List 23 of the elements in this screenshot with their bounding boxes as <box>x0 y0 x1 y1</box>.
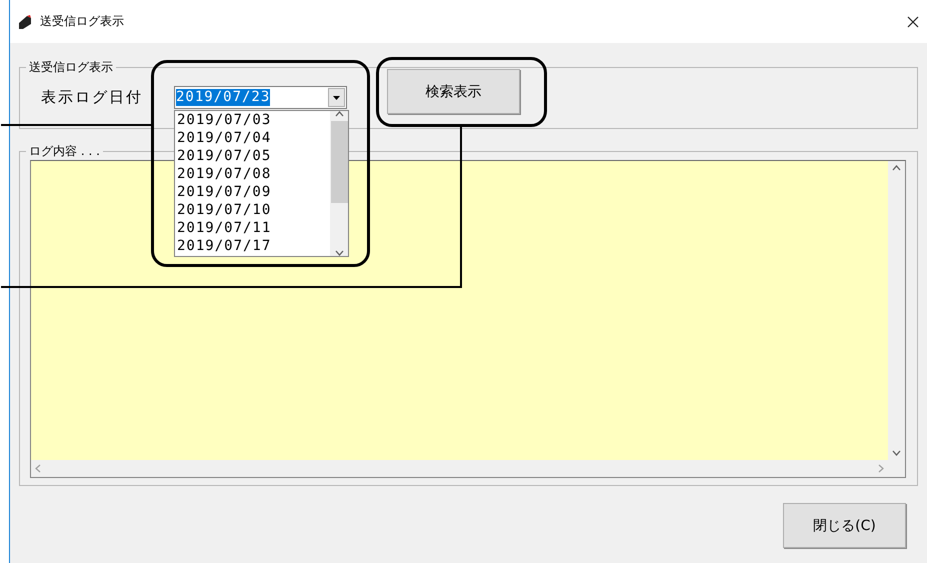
date-label: 表示ログ日付 <box>41 88 144 107</box>
close-icon[interactable] <box>907 16 919 28</box>
group-legend: 送受信ログ表示 <box>26 59 116 76</box>
dropdown-item[interactable]: 2019/07/03 <box>177 111 330 129</box>
dropdown-item[interactable]: 2019/07/05 <box>177 147 330 165</box>
dropdown-item[interactable]: 2019/07/11 <box>177 219 330 237</box>
list-scrollbar[interactable] <box>330 111 348 256</box>
group-legend: ログ内容 . . . <box>26 143 103 160</box>
scroll-down-icon[interactable] <box>334 250 344 256</box>
dropdown-item[interactable]: 2019/07/10 <box>177 201 330 219</box>
dropdown-item[interactable]: 2019/07/04 <box>177 129 330 147</box>
scroll-up-icon[interactable] <box>334 111 344 117</box>
date-combo[interactable]: 2019/07/23 <box>174 86 347 109</box>
dropdown-item[interactable]: 2019/07/08 <box>177 165 330 183</box>
dropdown-item[interactable]: 2019/07/17 <box>177 237 330 255</box>
window-title: 送受信ログ表示 <box>40 13 124 30</box>
dropdown-item[interactable]: 2019/07/09 <box>177 183 330 201</box>
dropdown-arrow-icon[interactable] <box>333 96 340 100</box>
close-button[interactable]: 閉じる(C) <box>783 503 906 548</box>
scroll-down-icon[interactable] <box>892 450 901 456</box>
scroll-up-icon[interactable] <box>892 165 901 171</box>
search-button[interactable]: 検索表示 <box>387 69 520 114</box>
app-icon <box>18 14 32 30</box>
